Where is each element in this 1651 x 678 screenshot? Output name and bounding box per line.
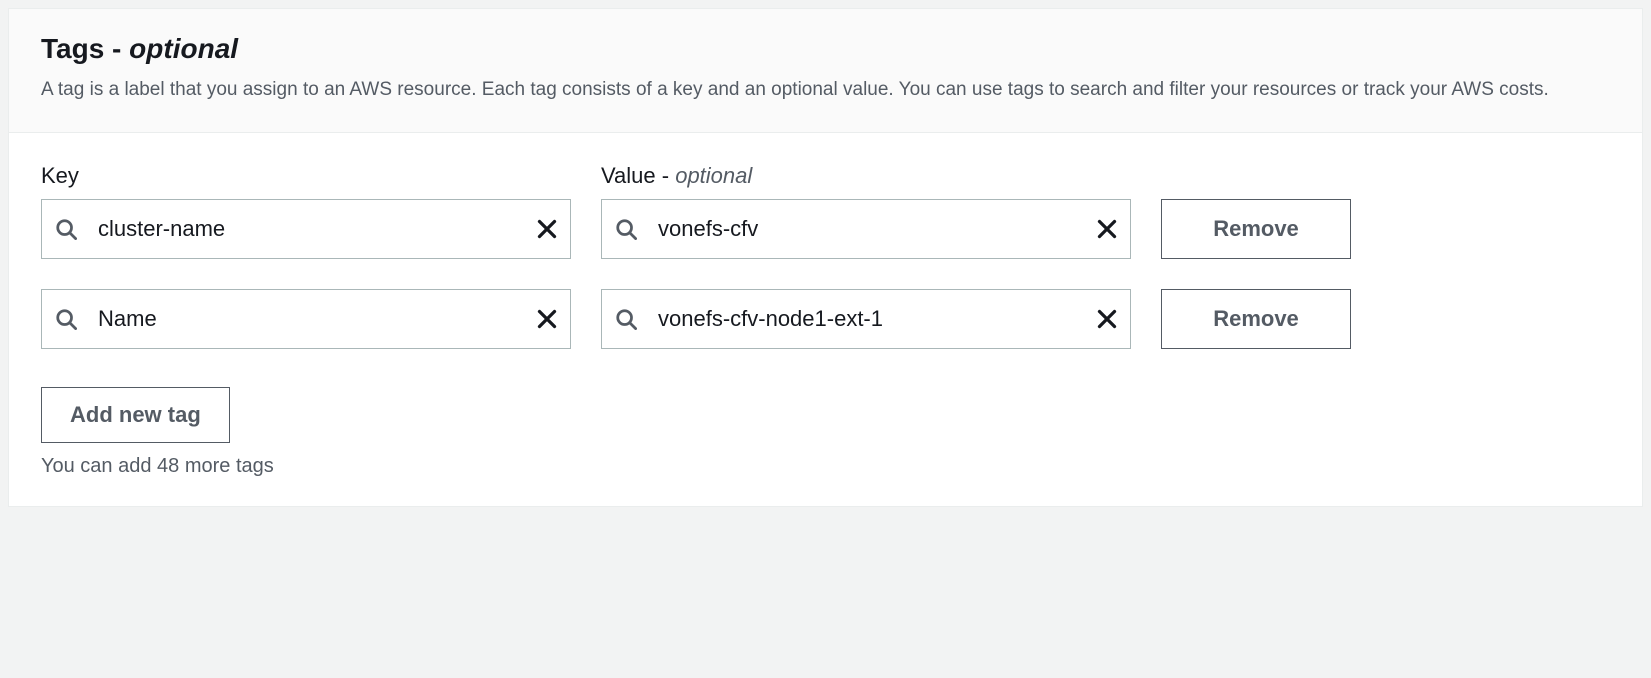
tag-key-input[interactable] (41, 199, 571, 259)
value-label-optional: optional (675, 163, 752, 188)
value-input-wrap (601, 199, 1131, 259)
value-input-wrap (601, 289, 1131, 349)
key-input-wrap (41, 289, 571, 349)
remove-button[interactable]: Remove (1161, 289, 1351, 349)
tag-row: Remove (41, 199, 1610, 259)
panel-header: Tags - optional A tag is a label that yo… (9, 9, 1642, 133)
clear-icon[interactable] (1095, 307, 1119, 331)
title-sep: - (104, 33, 129, 64)
value-column-label: Value - optional (601, 163, 1131, 189)
remove-button[interactable]: Remove (1161, 199, 1351, 259)
tags-panel: Tags - optional A tag is a label that yo… (8, 8, 1643, 507)
add-new-tag-button[interactable]: Add new tag (41, 387, 230, 443)
tag-key-input[interactable] (41, 289, 571, 349)
panel-description: A tag is a label that you assign to an A… (41, 75, 1610, 104)
clear-icon[interactable] (535, 307, 559, 331)
tag-value-input[interactable] (601, 199, 1131, 259)
clear-icon[interactable] (535, 217, 559, 241)
tag-row: Remove (41, 289, 1610, 349)
panel-title: Tags - optional (41, 33, 1610, 65)
key-input-wrap (41, 199, 571, 259)
value-label-sep: - (656, 163, 676, 188)
key-column-label: Key (41, 163, 571, 189)
panel-body: Key Value - optional (9, 133, 1642, 506)
tag-value-input[interactable] (601, 289, 1131, 349)
tags-remaining-hint: You can add 48 more tags (41, 455, 1610, 478)
clear-icon[interactable] (1095, 217, 1119, 241)
column-labels: Key Value - optional (41, 163, 1610, 189)
title-text: Tags (41, 33, 104, 64)
title-optional: optional (129, 33, 238, 64)
value-label-text: Value (601, 163, 656, 188)
